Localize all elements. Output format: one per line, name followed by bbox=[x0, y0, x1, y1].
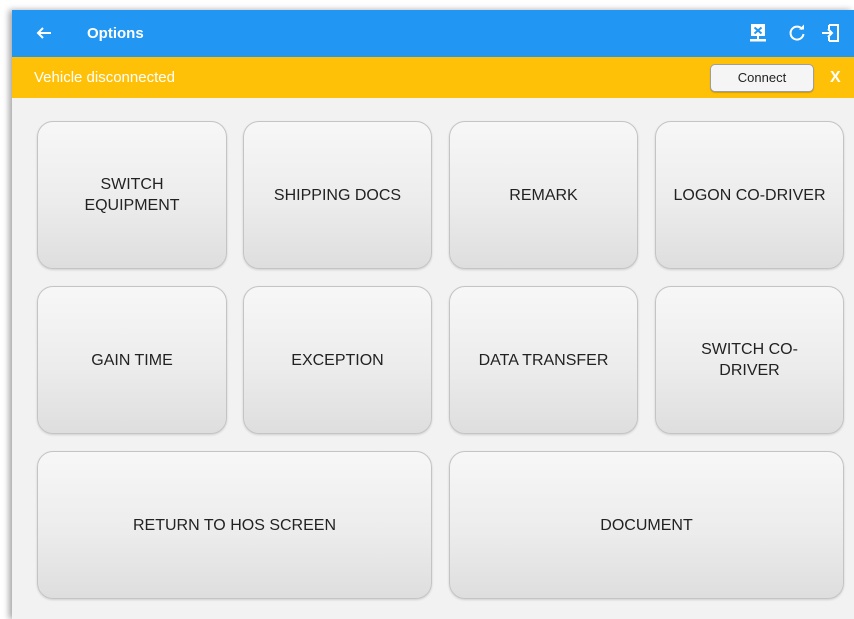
vehicle-status-message: Vehicle disconnected bbox=[34, 69, 175, 86]
shipping-docs-button[interactable]: SHIPPING DOCS bbox=[243, 121, 432, 269]
logon-co-driver-button[interactable]: LOGON CO-DRIVER bbox=[655, 121, 844, 269]
remark-button[interactable]: REMARK bbox=[449, 121, 638, 269]
exception-label: EXCEPTION bbox=[291, 351, 384, 369]
switch-equipment-label: SWITCH EQUIPMENT bbox=[84, 176, 180, 214]
vehicle-status-banner: Vehicle disconnected Connect X bbox=[12, 57, 854, 98]
return-to-hos-button[interactable]: RETURN TO HOS SCREEN bbox=[37, 451, 432, 599]
close-banner-button[interactable]: X bbox=[830, 57, 841, 98]
back-arrow-icon[interactable] bbox=[34, 22, 54, 44]
switch-co-driver-button[interactable]: SWITCH CO-DRIVER bbox=[655, 286, 844, 434]
return-to-hos-label: RETURN TO HOS SCREEN bbox=[133, 516, 336, 534]
data-transfer-button[interactable]: DATA TRANSFER bbox=[449, 286, 638, 434]
page-title: Options bbox=[87, 25, 144, 42]
refresh-icon[interactable] bbox=[786, 22, 808, 44]
gain-time-button[interactable]: GAIN TIME bbox=[37, 286, 227, 434]
gain-time-label: GAIN TIME bbox=[91, 351, 173, 369]
switch-co-driver-label: SWITCH CO-DRIVER bbox=[701, 341, 798, 379]
logout-icon[interactable] bbox=[820, 22, 842, 44]
app-bar: Options bbox=[12, 10, 854, 57]
data-transfer-label: DATA TRANSFER bbox=[478, 351, 609, 369]
document-button[interactable]: DOCUMENT bbox=[449, 451, 844, 599]
connect-button[interactable]: Connect bbox=[710, 64, 814, 92]
disconnected-device-icon[interactable] bbox=[747, 22, 769, 44]
options-screen: Options Vehicle disconnected Connect X S… bbox=[12, 10, 854, 619]
remark-label: REMARK bbox=[509, 186, 578, 204]
shipping-docs-label: SHIPPING DOCS bbox=[273, 186, 402, 204]
switch-equipment-button[interactable]: SWITCH EQUIPMENT bbox=[37, 121, 227, 269]
logon-co-driver-label: LOGON CO-DRIVER bbox=[673, 186, 826, 204]
document-label: DOCUMENT bbox=[600, 516, 693, 534]
exception-button[interactable]: EXCEPTION bbox=[243, 286, 432, 434]
